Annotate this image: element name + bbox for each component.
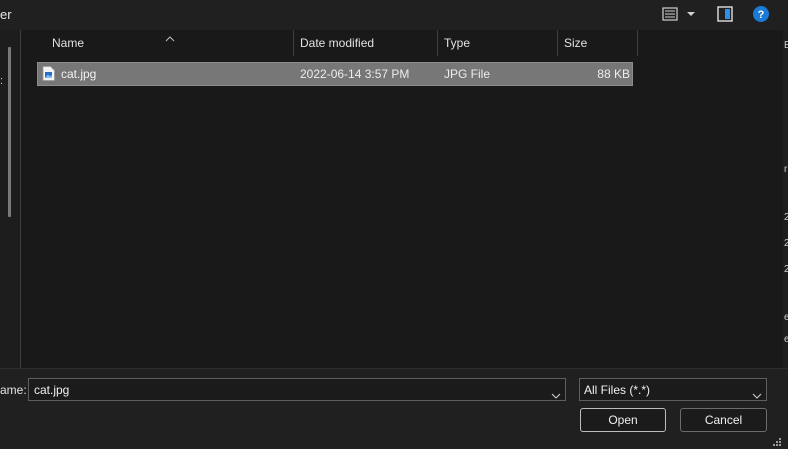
open-button[interactable]: Open <box>580 408 666 432</box>
column-separator[interactable] <box>557 30 558 56</box>
column-separator[interactable] <box>637 30 638 56</box>
column-separator[interactable] <box>437 30 438 56</box>
navigation-pane[interactable]: : <box>0 30 20 368</box>
filename-label: ame: <box>0 383 27 397</box>
file-type: JPG File <box>444 67 491 81</box>
edge-glyph: e <box>784 312 788 323</box>
filetype-select[interactable]: All Files (*.*) <box>579 378 767 401</box>
edge-glyph: 2 <box>784 264 788 275</box>
edge-glyph: e <box>784 334 788 345</box>
column-header-name[interactable]: Name <box>52 30 292 56</box>
chevron-down-icon[interactable] <box>551 386 561 399</box>
help-icon[interactable]: ? <box>752 5 770 23</box>
preview-pane-icon[interactable] <box>716 5 734 23</box>
view-menu-icon[interactable] <box>662 6 678 22</box>
file-date-modified: 2022-06-14 3:57 PM <box>300 67 410 81</box>
resize-grip-icon[interactable] <box>772 434 782 446</box>
edge-glyph: 2 <box>784 212 788 223</box>
nav-pane-glyph: : <box>0 75 4 87</box>
filetype-select-value[interactable]: All Files (*.*) <box>584 383 650 397</box>
file-size: 88 KB <box>597 67 630 81</box>
filename-input-value[interactable]: cat.jpg <box>34 383 69 397</box>
edge-glyph: r <box>784 164 788 175</box>
toolbar: er ? <box>0 0 788 30</box>
column-header-size[interactable]: Size <box>564 30 636 56</box>
image-file-icon <box>42 66 55 81</box>
cancel-button[interactable]: Cancel <box>680 408 767 432</box>
edge-glyph: 2 <box>784 238 788 249</box>
file-open-dialog: er ? : E r 2 2 2 e e Name Date modified … <box>0 0 788 449</box>
svg-text:?: ? <box>758 9 765 21</box>
edge-glyph: E <box>784 40 788 51</box>
dialog-title-fragment: er <box>0 7 12 22</box>
chevron-down-icon[interactable] <box>752 386 762 399</box>
nav-pane-scrollbar[interactable] <box>8 47 11 217</box>
chevron-down-icon[interactable] <box>686 11 696 17</box>
filename-input[interactable]: cat.jpg <box>28 378 566 401</box>
column-header-date-modified[interactable]: Date modified <box>300 30 436 56</box>
column-separator[interactable] <box>293 30 294 56</box>
file-name[interactable]: cat.jpg <box>61 62 96 86</box>
column-header-type[interactable]: Type <box>444 30 556 56</box>
pane-divider[interactable] <box>20 30 21 368</box>
